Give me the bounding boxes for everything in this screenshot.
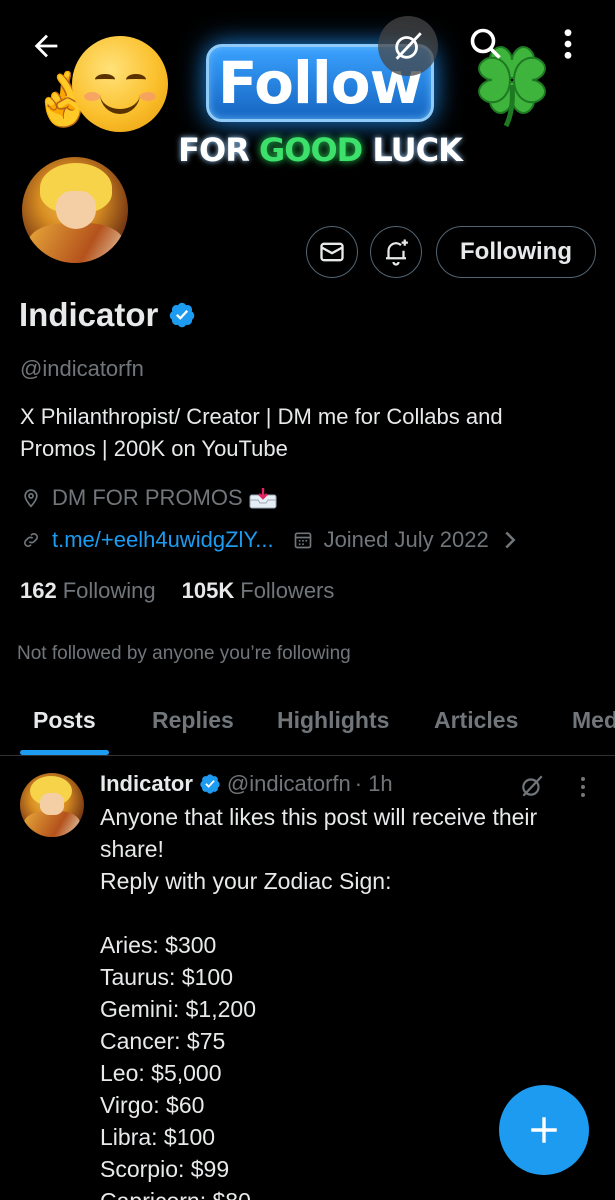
display-name-row: Indicator [19, 296, 196, 334]
post-author-name[interactable]: Indicator [100, 771, 193, 797]
message-button[interactable] [306, 226, 358, 278]
following-count-link[interactable]: 162 Following [20, 578, 156, 604]
mail-icon [320, 242, 344, 262]
not-followed-notice: Not followed by anyone you’re following [17, 643, 351, 664]
post-line: Aries: $300 [100, 932, 217, 958]
following-count: 162 [20, 578, 57, 603]
location-text: DM FOR PROMOS [52, 485, 243, 510]
grok-button[interactable] [378, 16, 438, 76]
profile-location: DM FOR PROMOS [20, 485, 277, 511]
back-button[interactable] [24, 24, 68, 68]
search-button[interactable] [464, 22, 508, 66]
profile-bio: X Philanthropist/ Creator | DM me for Co… [20, 401, 600, 465]
profile-meta-links: t.me/+eelh4uwidgZlY... Joined July 2022 [20, 527, 517, 553]
verified-badge-icon[interactable] [168, 301, 196, 329]
following-label: Following [62, 578, 156, 603]
more-vertical-icon [564, 29, 572, 59]
followers-count: 105K [181, 578, 235, 603]
smiling-face-emoji-icon [72, 36, 168, 132]
post-line: Reply with your Zodiac Sign: [100, 868, 392, 894]
luck-good: GOOD [258, 131, 363, 169]
tab-replies[interactable]: Replies [152, 707, 234, 734]
compose-plus-icon [531, 1117, 557, 1143]
luck-suffix: LUCK [362, 131, 463, 169]
grok-icon [395, 32, 422, 60]
post-line: Taurus: $100 [100, 964, 233, 990]
post-author-avatar[interactable] [20, 773, 84, 837]
post-header: Indicator @indicatorfn · 1h [100, 771, 393, 797]
followers-count-link[interactable]: 105K Followers [182, 578, 335, 604]
grok-icon [522, 775, 543, 797]
post-line: Cancer: $75 [100, 1028, 226, 1054]
following-button[interactable]: Following [436, 226, 596, 278]
tab-media[interactable]: Med [572, 707, 615, 734]
search-icon [470, 28, 501, 59]
more-options-button[interactable] [546, 22, 590, 66]
post-line: Leo: $5,000 [100, 1060, 222, 1086]
profile-avatar[interactable] [18, 153, 132, 267]
bio-line: X Philanthropist/ Creator | DM me for Co… [20, 404, 503, 429]
bell-plus-icon [386, 239, 408, 266]
inbox-tray-icon [249, 488, 277, 509]
post-line: Gemini: $1,200 [100, 996, 256, 1022]
post-line: Capricorn: $80 [100, 1185, 590, 1200]
back-arrow-icon [34, 34, 58, 58]
verified-badge-icon[interactable] [199, 773, 221, 795]
followers-label: Followers [240, 578, 335, 603]
notifications-button[interactable] [370, 226, 422, 278]
active-tab-indicator [20, 750, 109, 755]
display-name: Indicator [19, 296, 159, 333]
compose-button[interactable] [499, 1085, 589, 1175]
tab-articles[interactable]: Articles [434, 707, 518, 734]
post-more-button[interactable] [570, 774, 596, 800]
profile-handle: @indicatorfn [20, 356, 144, 381]
profile-stats: 162 Following 105K Followers [20, 578, 334, 604]
profile-link[interactable]: t.me/+eelh4uwidgZlY... [52, 527, 274, 553]
post-line: Anyone that likes this post will receive… [100, 804, 538, 830]
tab-posts[interactable]: Posts [33, 707, 96, 734]
calendar-icon [294, 532, 311, 549]
bio-line: Promos | 200K on YouTube [20, 436, 288, 461]
post-line [100, 897, 590, 929]
joined-date: Joined July 2022 [323, 527, 489, 552]
post-grok-button[interactable] [516, 770, 548, 802]
post-line: share! [100, 836, 164, 862]
chevron-right-icon[interactable] [503, 530, 517, 550]
post-timestamp[interactable]: · 1h [355, 771, 393, 797]
location-pin-icon [24, 489, 38, 508]
link-icon [24, 533, 38, 547]
post-author-handle[interactable]: @indicatorfn [227, 771, 351, 797]
more-vertical-icon [581, 777, 585, 797]
profile-tabs: Posts Replies Highlights Articles Med [0, 690, 615, 756]
banner-luck-text: FOR GOOD LUCK [160, 131, 480, 169]
luck-prefix: FOR [178, 131, 259, 169]
tab-highlights[interactable]: Highlights [277, 707, 389, 734]
